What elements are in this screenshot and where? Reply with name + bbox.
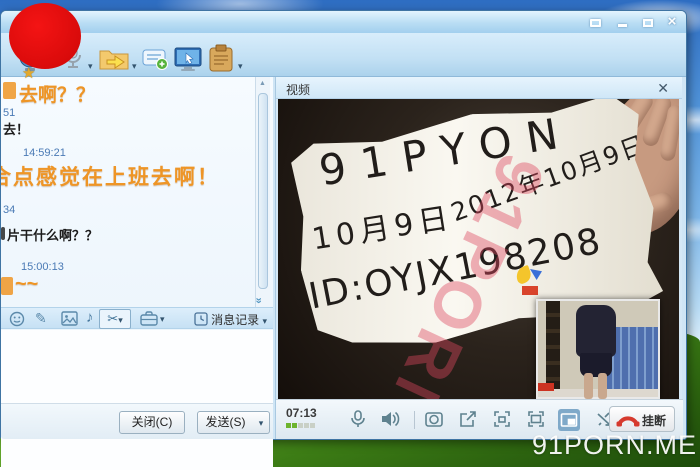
compose-button-bar: 关闭(C) 发送(S) ▾ xyxy=(1,403,273,439)
video-close-icon[interactable]: ✕ xyxy=(657,80,669,97)
voice-call-dropdown[interactable]: ▾ xyxy=(88,61,93,72)
chat-message: ~~ xyxy=(15,273,38,296)
message-timestamp: 51 xyxy=(3,107,15,119)
main-toolbar: ▾ ▾ ▾ ▾ xyxy=(1,33,686,77)
avatar-redaction-circle xyxy=(9,3,81,69)
chat-panel: 去啊？？ 51 去！ 14:59:21 合点感觉在上班去啊！ 34 片干什么啊？… xyxy=(1,77,273,439)
history-dropdown-icon: ▾ xyxy=(262,316,267,326)
scissors-icon: ✂ xyxy=(107,311,118,326)
chat-scrollbar[interactable]: ▲ xyxy=(255,77,270,307)
change-skin-button[interactable] xyxy=(584,14,606,30)
sign-line2a: 10月9日 xyxy=(308,193,455,259)
divider xyxy=(414,411,415,429)
maximize-button[interactable] xyxy=(637,14,659,30)
file-transfer-dropdown[interactable]: ▾ xyxy=(132,61,137,72)
full-screen-icon[interactable] xyxy=(526,409,548,431)
pinwheel-blue xyxy=(530,269,542,280)
remote-video-feed: 91PYON 10月9日 2012年10月9日 ID:OYJX198208 91… xyxy=(278,99,679,401)
actual-size-icon[interactable] xyxy=(492,409,514,431)
video-panel-title: 视频 xyxy=(286,81,310,98)
send-dropdown-icon: ▾ xyxy=(259,418,264,428)
compose-toolbar: ✎ ♪ ✂▾ ▾ 消息记录 ▾ xyxy=(1,307,273,329)
send-image-icon[interactable] xyxy=(61,311,78,326)
message-timestamp: 14:59:21 xyxy=(23,147,66,159)
pinwheel-red xyxy=(522,286,538,295)
message-timestamp: 34 xyxy=(3,204,15,216)
chat-message-list: 去啊？？ 51 去！ 14:59:21 合点感觉在上班去啊！ 34 片干什么啊？… xyxy=(1,77,255,307)
message-history-label: 消息记录 xyxy=(211,313,259,327)
hangup-label: 挂断 xyxy=(642,412,666,429)
maximize-icon xyxy=(643,19,653,27)
call-timer: 07:13 xyxy=(286,406,317,420)
clipboard-dropdown[interactable]: ▾ xyxy=(238,61,243,72)
self-video-thumbnail[interactable] xyxy=(536,299,660,399)
signal-indicator xyxy=(286,423,315,428)
person-leg xyxy=(584,373,593,399)
close-button[interactable]: × xyxy=(661,14,683,30)
chat-message: 去！ xyxy=(3,119,29,138)
snapshot-icon[interactable] xyxy=(424,409,446,431)
screenshot-button[interactable]: ✂▾ xyxy=(99,309,131,329)
video-panel-header: 视频 ✕ xyxy=(276,77,682,99)
font-style-icon[interactable]: ✎ xyxy=(35,310,47,327)
clipboard-history-icon[interactable] xyxy=(208,44,234,73)
clipped-glyph-fragment xyxy=(3,82,16,99)
person-jacket xyxy=(576,305,616,357)
picture-in-picture-icon[interactable] xyxy=(558,409,580,431)
chat-message: 合点感觉在上班去啊！ xyxy=(1,161,220,191)
message-timestamp: 15:00:13 xyxy=(21,261,64,273)
change-skin-icon xyxy=(590,19,601,27)
video-panel: 视频 ✕ 91PYON 10月9日 2012年10月9日 ID:OYJX1982… xyxy=(275,77,682,439)
pinwheel-logo xyxy=(514,267,542,295)
scroll-up-icon[interactable]: ▲ xyxy=(259,80,266,87)
pop-out-icon[interactable] xyxy=(458,409,480,431)
minimize-icon xyxy=(618,24,627,27)
clipped-glyph-fragment xyxy=(1,227,5,240)
microphone-icon[interactable] xyxy=(348,409,370,431)
remote-desktop-icon[interactable] xyxy=(174,47,202,72)
pinwheel-yellow xyxy=(514,265,534,285)
tools-icon[interactable] xyxy=(140,311,158,326)
favorite-star-icon: ★ xyxy=(22,64,35,82)
send-button[interactable]: 发送(S) xyxy=(197,411,254,434)
clipped-glyph-fragment xyxy=(1,277,13,295)
person-leg xyxy=(598,373,607,399)
scrollbar-thumb[interactable] xyxy=(258,93,268,289)
chat-message: 片干什么啊？？ xyxy=(7,225,98,244)
window-titlebar[interactable]: × xyxy=(1,11,686,33)
send-options-dropdown[interactable]: ▾ xyxy=(253,411,270,434)
speaker-icon[interactable] xyxy=(380,409,402,431)
collapse-chat-icon[interactable]: » xyxy=(253,297,265,300)
red-object xyxy=(538,383,554,391)
screenshot-dropdown: ▾ xyxy=(118,315,123,325)
tools-dropdown[interactable]: ▾ xyxy=(160,314,165,325)
create-message-icon[interactable] xyxy=(142,48,169,71)
message-history-button[interactable]: 消息记录 ▾ xyxy=(194,311,267,328)
emoticon-icon[interactable] xyxy=(9,311,25,327)
close-icon: × xyxy=(668,13,677,30)
audio-clip-icon[interactable]: ♪ xyxy=(86,309,94,326)
chat-message: 去啊？？ xyxy=(19,80,95,107)
minimize-button[interactable] xyxy=(611,14,633,30)
file-transfer-icon[interactable] xyxy=(99,47,129,70)
close-chat-button[interactable]: 关闭(C) xyxy=(119,411,185,434)
qq-chat-window: × ▾ ▾ ▾ ▾ 去啊？？ 51 去！ 14:59 xyxy=(0,10,687,440)
site-watermark: 91PORN.ME xyxy=(532,430,697,461)
hangup-button[interactable]: 挂断 xyxy=(609,406,675,432)
message-input[interactable] xyxy=(1,330,273,470)
